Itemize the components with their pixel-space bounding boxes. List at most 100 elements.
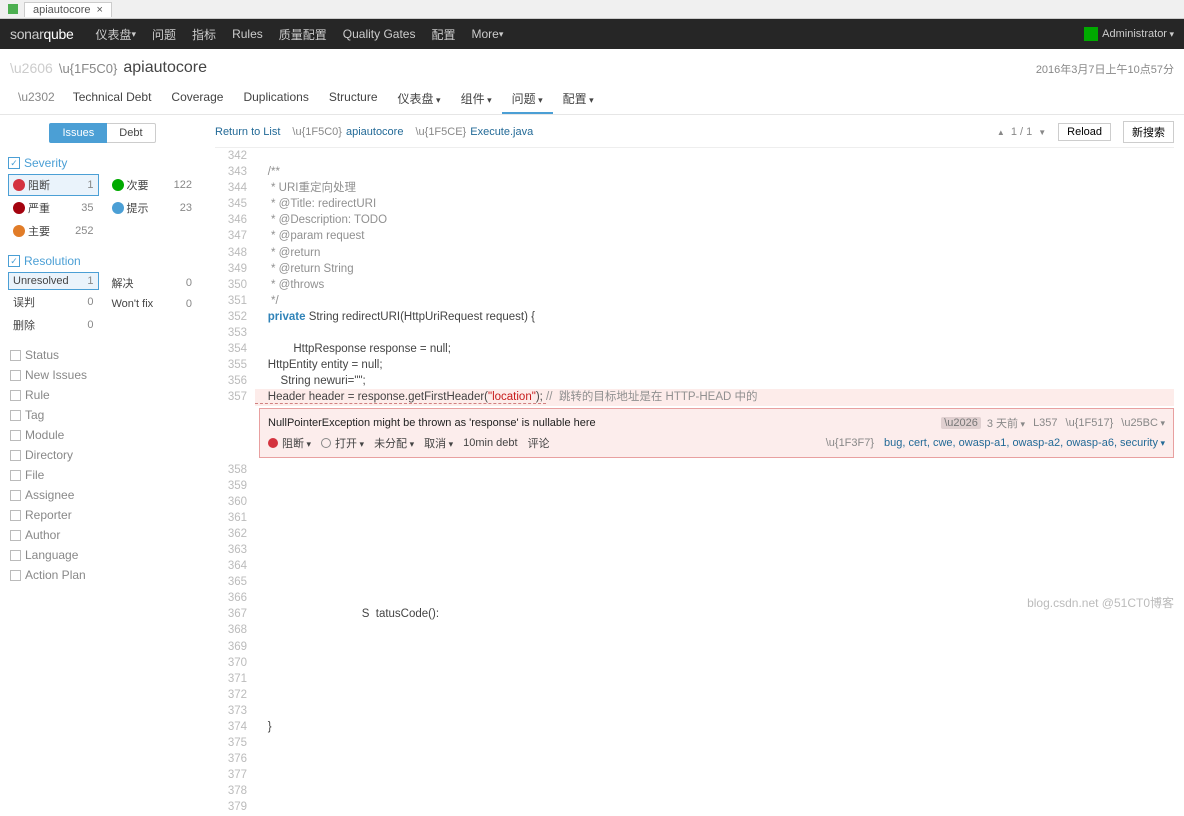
project-tab-0[interactable]: Technical Debt [63, 85, 162, 114]
code-line: private String redirectURI(HttpUriReques… [255, 309, 1174, 325]
project-name[interactable]: apiautocore [123, 59, 207, 77]
breadcrumb-project[interactable]: \u{1F5C0} apiautocore [292, 126, 403, 138]
project-tab-4[interactable]: 仪表盘 [388, 85, 451, 114]
nav-指标[interactable]: 指标 [184, 19, 224, 49]
plan-select[interactable]: 取消 [424, 435, 453, 451]
checkbox-icon [10, 450, 21, 461]
folder-icon: \u{1F5C0} [292, 126, 342, 138]
facet-tag[interactable]: Tag [0, 405, 205, 425]
issue-box[interactable]: NullPointerException might be thrown as … [259, 408, 1174, 458]
nav-仪表盘[interactable]: 仪表盘 [87, 19, 144, 49]
line-number: 347 [215, 228, 255, 244]
project-tab-7[interactable]: 配置 [553, 85, 604, 114]
facet-item[interactable]: 次要122 [107, 174, 198, 196]
filter-icon[interactable]: \u25BC [1121, 417, 1165, 429]
nav-rules[interactable]: Rules [224, 19, 271, 49]
nav-质量配置[interactable]: 质量配置 [271, 19, 335, 49]
facet-assignee[interactable]: Assignee [0, 485, 205, 505]
facet-item[interactable]: 删除0 [8, 314, 99, 336]
line-number: 363 [215, 542, 255, 558]
line-number: 345 [215, 196, 255, 212]
issue-age[interactable]: 3 天前 [987, 415, 1025, 431]
facet-item[interactable]: 误判0 [8, 291, 99, 313]
tab-debt[interactable]: Debt [107, 123, 155, 143]
code-line: Header header = response.getFirstHeader(… [255, 389, 1174, 405]
tab-issues[interactable]: Issues [49, 123, 107, 143]
new-search-button[interactable]: 新搜索 [1123, 121, 1174, 143]
facet-item[interactable]: 阻断1 [8, 174, 99, 196]
sonarqube-logo[interactable]: sonarqube [10, 26, 73, 42]
facet-item[interactable]: 解决0 [107, 272, 198, 294]
line-number: 348 [215, 245, 255, 261]
home-icon[interactable]: \u2302 [10, 85, 63, 114]
return-to-list-link[interactable]: Return to List [215, 126, 280, 138]
permalink-icon[interactable]: \u{1F517} [1066, 417, 1114, 429]
code-line: */ [255, 293, 1174, 309]
line-number: 349 [215, 261, 255, 277]
facet-file[interactable]: File [0, 465, 205, 485]
more-icon[interactable]: \u2026 [941, 417, 981, 429]
line-number: 372 [215, 687, 255, 703]
issue-line[interactable]: L357 [1033, 417, 1057, 429]
facet-author[interactable]: Author [0, 525, 205, 545]
close-icon[interactable]: × [97, 4, 103, 16]
avatar-icon [1084, 27, 1098, 41]
line-number: 360 [215, 494, 255, 510]
prev-icon[interactable]: ▲ [997, 128, 1005, 137]
facet-item[interactable]: Unresolved1 [8, 272, 99, 290]
facet-resolution-header[interactable]: Resolution [8, 251, 197, 271]
line-number: 354 [215, 341, 255, 357]
facet-severity-header[interactable]: Severity [8, 153, 197, 173]
facet-new-issues[interactable]: New Issues [0, 365, 205, 385]
severity-icon [13, 202, 25, 214]
reload-button[interactable]: Reload [1058, 123, 1111, 141]
nav-quality-gates[interactable]: Quality Gates [335, 19, 424, 49]
line-number: 375 [215, 735, 255, 751]
project-header: \u2606 \u{1F5C0} apiautocore 2016年3月7日上午… [0, 49, 1184, 115]
code-line [255, 510, 1174, 526]
code-line: String newuri=""; [255, 373, 1174, 389]
facet-action-plan[interactable]: Action Plan [0, 565, 205, 585]
status-select[interactable]: 打开 [335, 435, 364, 451]
project-tab-6[interactable]: 问题 [502, 85, 553, 114]
facet-module[interactable]: Module [0, 425, 205, 445]
facet-rule[interactable]: Rule [0, 385, 205, 405]
status-icon [321, 438, 331, 448]
breadcrumb-file[interactable]: \u{1F5CE} Execute.java [415, 126, 533, 138]
project-tab-5[interactable]: 组件 [451, 85, 502, 114]
facet-item[interactable]: 提示23 [107, 197, 198, 219]
browser-tab[interactable]: apiautocore × [24, 2, 112, 17]
facet-reporter[interactable]: Reporter [0, 505, 205, 525]
favorite-icon[interactable]: \u2606 [10, 60, 53, 76]
severity-select[interactable]: 阻断 [282, 435, 311, 451]
admin-menu[interactable]: Administrator [1084, 27, 1174, 41]
severity-icon [268, 438, 278, 448]
comment-link[interactable]: 评论 [528, 435, 550, 451]
line-number: 346 [215, 212, 255, 228]
facet-directory[interactable]: Directory [0, 445, 205, 465]
project-tab-1[interactable]: Coverage [161, 85, 233, 114]
nav-配置[interactable]: 配置 [423, 19, 463, 49]
project-tab-3[interactable]: Structure [319, 85, 388, 114]
facet-language[interactable]: Language [0, 545, 205, 565]
nav-问题[interactable]: 问题 [144, 19, 184, 49]
code-line [255, 622, 1174, 638]
code-line [255, 767, 1174, 783]
assign-select[interactable]: 未分配 [374, 435, 414, 451]
issue-tags[interactable]: bug, cert, cwe, owasp-a1, owasp-a2, owas… [884, 437, 1165, 449]
code-line [255, 148, 1174, 164]
line-number: 343 [215, 164, 255, 180]
code-viewer: 342343 /**344 * URI重定向处理345 * @Title: re… [215, 148, 1174, 406]
code-line: * @param request [255, 228, 1174, 244]
app-icon [8, 4, 18, 14]
project-tab-2[interactable]: Duplications [233, 85, 318, 114]
code-line: * URI重定向处理 [255, 180, 1174, 196]
next-icon[interactable]: ▼ [1038, 128, 1046, 137]
facet-item[interactable]: 严重35 [8, 197, 99, 219]
sidebar-mode-tabs: Issues Debt [0, 123, 205, 143]
facet-item[interactable]: 主要252 [8, 220, 99, 242]
facet-status[interactable]: Status [0, 345, 205, 365]
watermark: blog.csdn.net @51CT0博客 [1027, 594, 1174, 611]
facet-item[interactable]: Won't fix0 [107, 295, 198, 313]
nav-more[interactable]: More [463, 19, 511, 49]
